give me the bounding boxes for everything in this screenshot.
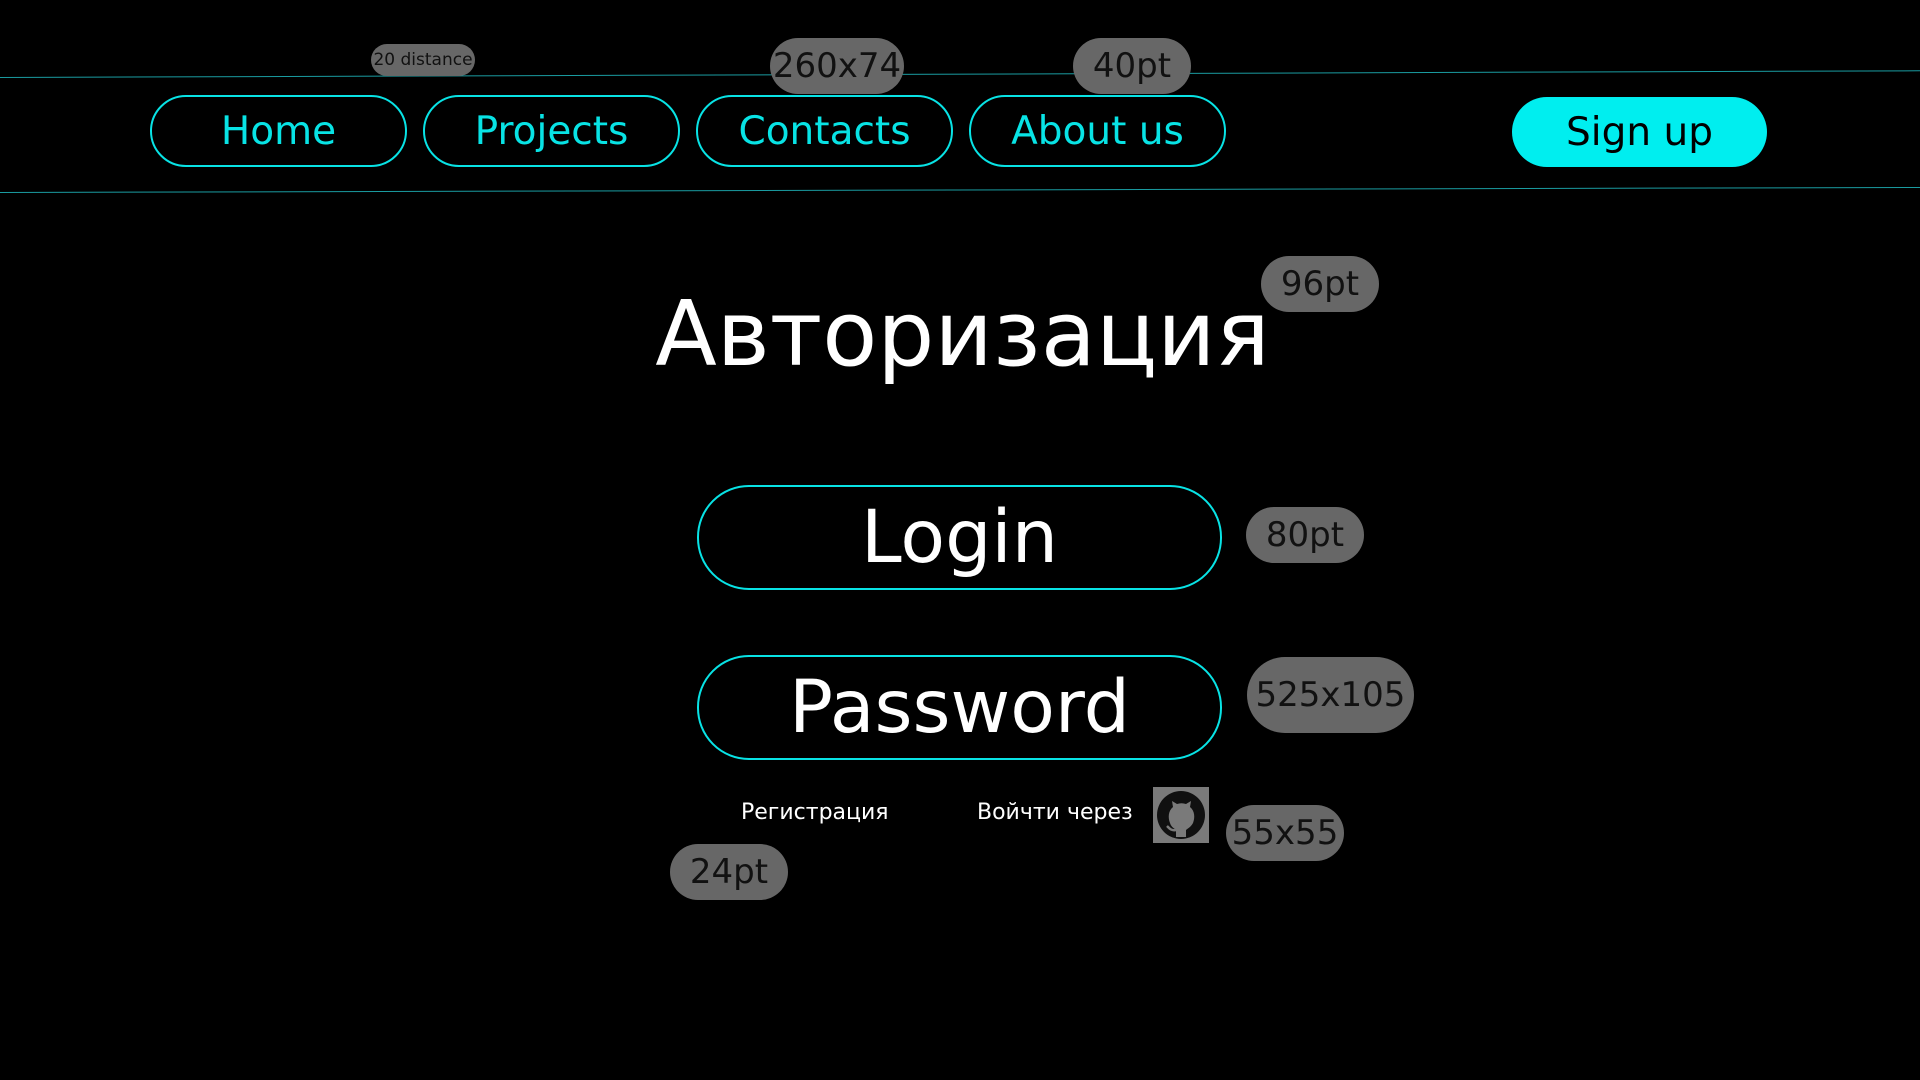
signup-button[interactable]: Sign up [1512, 97, 1767, 167]
github-login-button[interactable] [1153, 787, 1209, 843]
nav-projects-button[interactable]: Projects [423, 95, 680, 167]
annotation-nav-size: 260x74 [770, 38, 904, 94]
login-field[interactable]: Login [697, 485, 1222, 590]
annotation-field-font: 80pt [1246, 507, 1364, 563]
nav-about-button[interactable]: About us [969, 95, 1226, 167]
guide-line-top [0, 70, 1920, 78]
login-via-label: Войчти через [977, 800, 1133, 825]
annotation-nav-font: 40pt [1073, 38, 1191, 94]
nav-home-button[interactable]: Home [150, 95, 407, 167]
annotation-title-font: 96pt [1261, 256, 1379, 312]
annotation-field-size: 525x105 [1247, 657, 1414, 733]
annotation-small-font: 24pt [670, 844, 788, 900]
github-icon [1153, 787, 1209, 843]
guide-line-bottom [0, 186, 1920, 193]
auth-page: Home Projects Contacts About us Sign up … [0, 0, 1920, 1080]
password-field[interactable]: Password [697, 655, 1222, 760]
register-link[interactable]: Регистрация [741, 800, 889, 825]
annotation-distance: 20 distance [371, 44, 475, 76]
nav-contacts-button[interactable]: Contacts [696, 95, 953, 167]
page-title: Авторизация [655, 282, 1270, 387]
annotation-icon-size: 55x55 [1226, 805, 1344, 861]
